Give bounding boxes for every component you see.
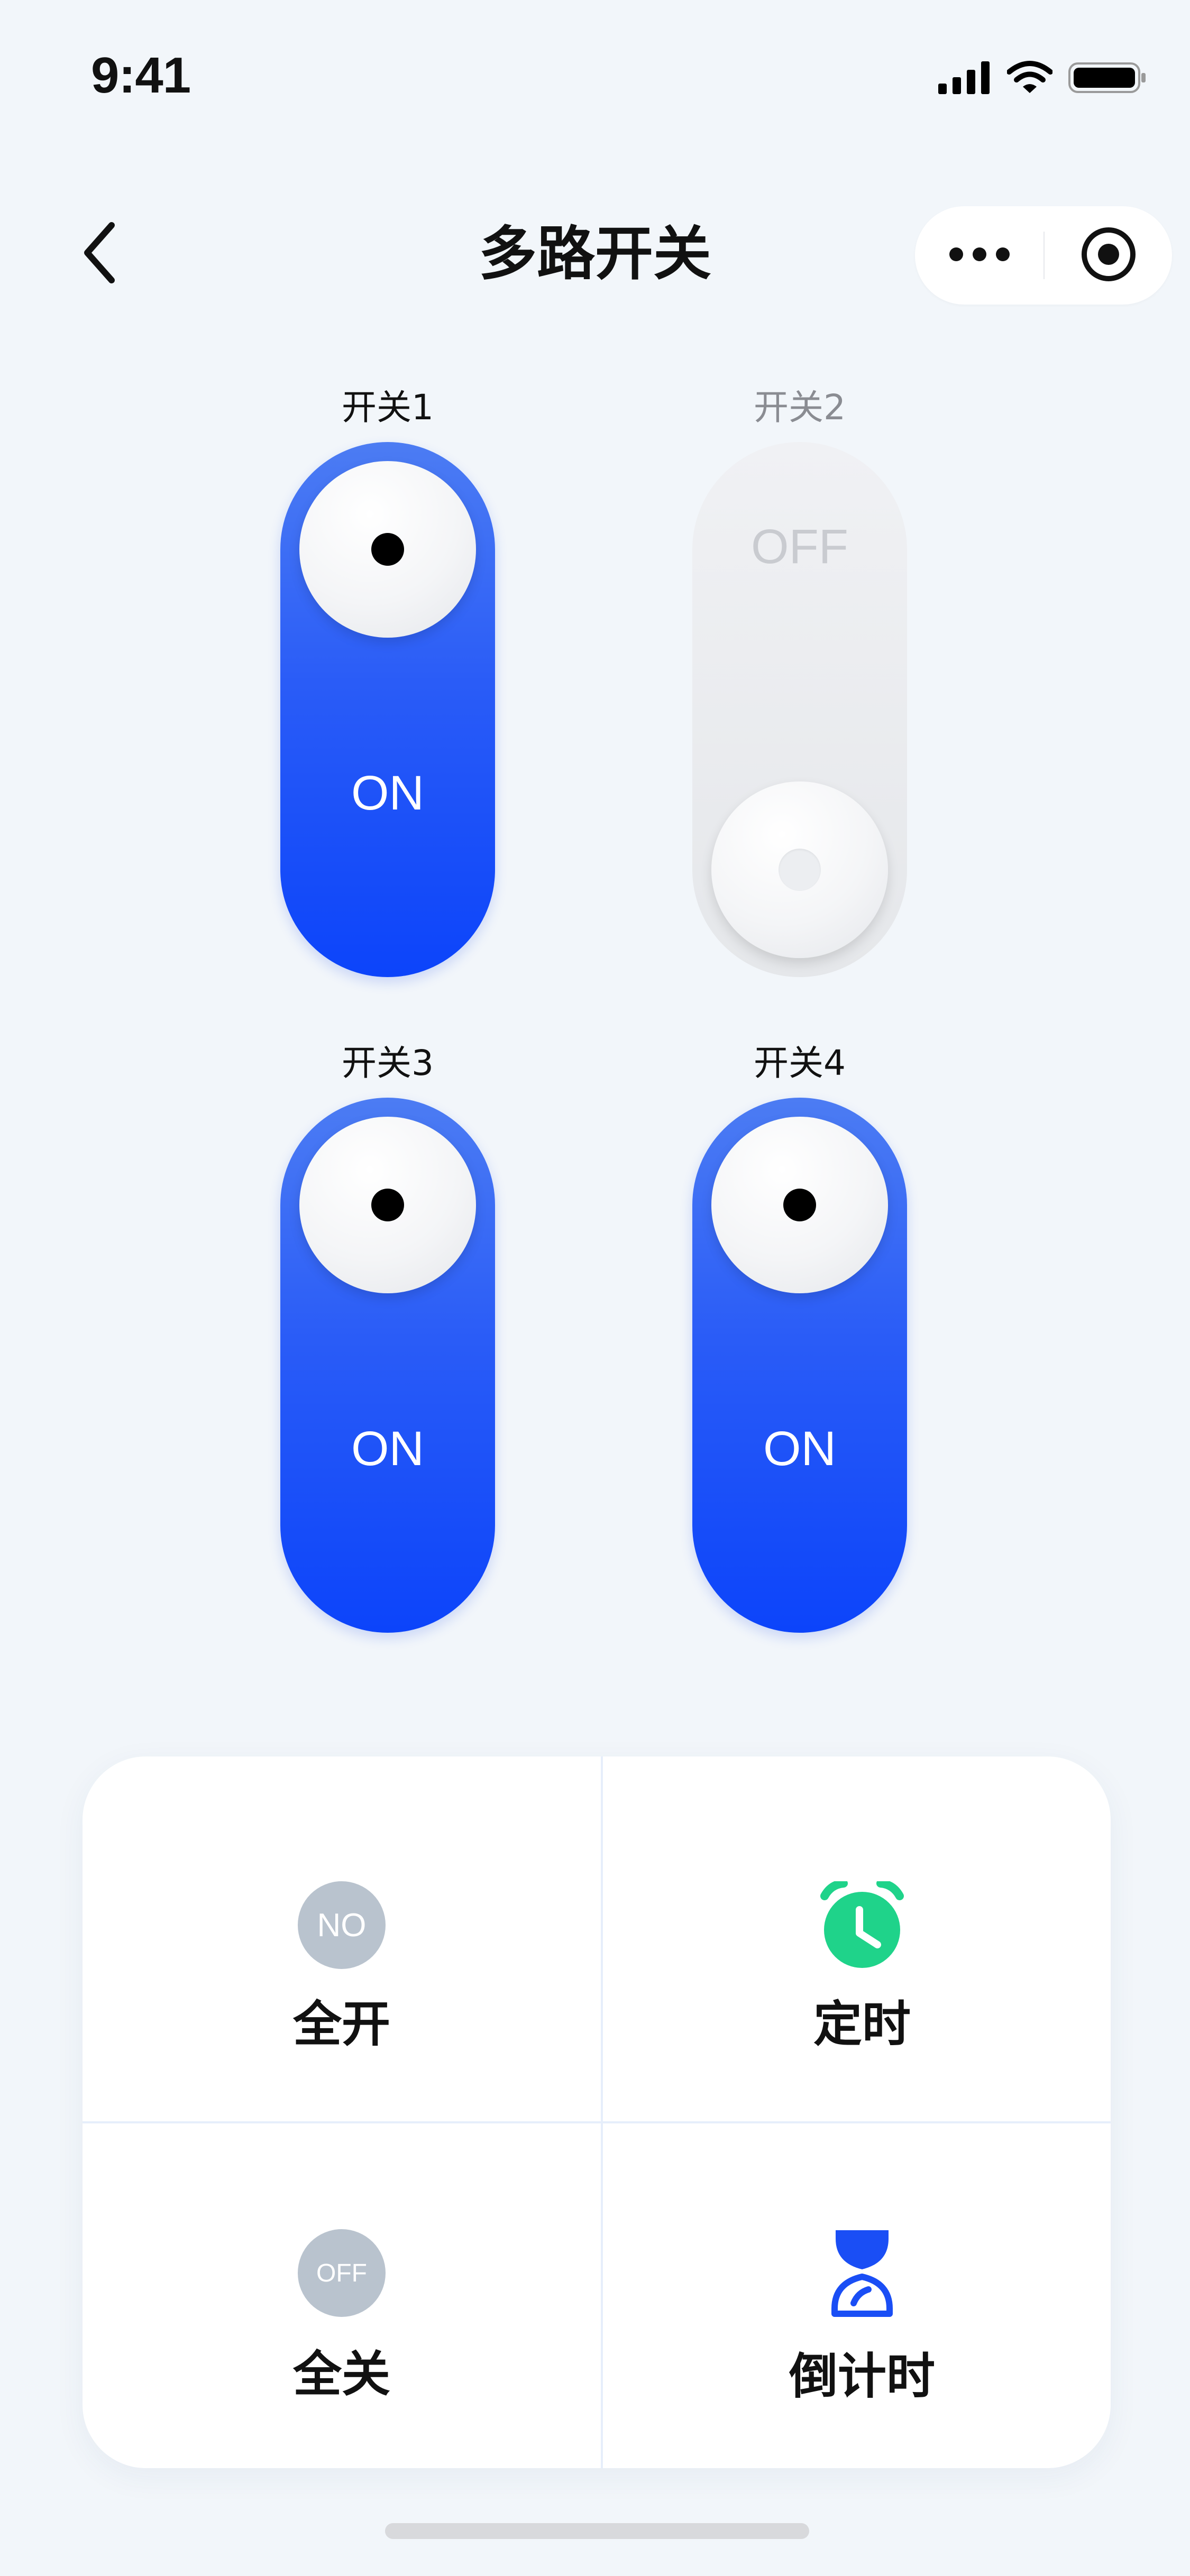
switch-label: 开关2 xyxy=(754,387,846,428)
home-indicator xyxy=(385,2523,809,2539)
toggle-knob[interactable] xyxy=(711,781,888,958)
switch-label: 开关1 xyxy=(342,387,434,428)
switch-2: 开关2 OFF xyxy=(689,384,911,977)
action-panel: NO 全开 定时 OFF 全关 倒计时 xyxy=(83,1756,1111,2468)
timer-button[interactable]: 定时 xyxy=(603,1756,1111,2121)
switch-toggle[interactable]: OFF xyxy=(692,442,907,977)
status-time: 9:41 xyxy=(91,47,191,104)
mini-program-capsule xyxy=(915,206,1172,305)
close-program-button[interactable] xyxy=(1045,206,1172,305)
switch-label: 开关4 xyxy=(754,1043,846,1083)
knob-dot xyxy=(371,533,404,566)
all-on-button[interactable]: NO 全开 xyxy=(83,1756,601,2121)
toggle-knob[interactable] xyxy=(299,461,476,638)
action-label: 倒计时 xyxy=(789,2348,935,2405)
battery-icon xyxy=(1068,60,1148,96)
action-label: 定时 xyxy=(813,1996,911,2053)
switch-4: 开关4 ON xyxy=(689,1039,911,1633)
toggle-knob[interactable] xyxy=(711,1117,888,1293)
switch-toggle[interactable]: ON xyxy=(280,442,495,977)
action-label: 全关 xyxy=(292,2346,390,2403)
off-badge-icon: OFF xyxy=(298,2229,386,2317)
switch-state: ON xyxy=(351,766,424,820)
badge-text: NO xyxy=(317,1907,367,1944)
countdown-button[interactable]: 倒计时 xyxy=(603,2123,1111,2468)
cellular-signal-icon xyxy=(938,60,991,96)
no-badge-icon: NO xyxy=(298,1881,386,1969)
switch-1: 开关1 ON xyxy=(277,384,499,977)
action-label: 全开 xyxy=(292,1996,390,2053)
switch-label: 开关3 xyxy=(342,1043,434,1083)
knob-dot xyxy=(783,1189,816,1221)
switch-toggle[interactable]: ON xyxy=(280,1098,495,1633)
knob-dot xyxy=(371,1189,404,1221)
switch-state: OFF xyxy=(751,520,848,574)
hourglass-icon xyxy=(830,2227,894,2319)
all-off-button[interactable]: OFF 全关 xyxy=(83,2123,601,2468)
wifi-icon xyxy=(1006,60,1053,96)
more-button[interactable] xyxy=(915,206,1043,305)
switch-state: ON xyxy=(763,1422,836,1476)
alarm-clock-icon xyxy=(817,1879,907,1971)
switch-toggle[interactable]: ON xyxy=(692,1098,907,1633)
target-circle-icon xyxy=(1079,225,1138,286)
more-dots-icon xyxy=(948,244,1011,267)
toggle-knob[interactable] xyxy=(299,1117,476,1293)
status-bar: 9:41 xyxy=(0,0,1190,153)
status-icons xyxy=(938,57,1148,99)
switch-3: 开关3 ON xyxy=(277,1039,499,1633)
badge-text: OFF xyxy=(316,2259,367,2287)
switch-state: ON xyxy=(351,1422,424,1476)
knob-dot xyxy=(779,849,821,891)
